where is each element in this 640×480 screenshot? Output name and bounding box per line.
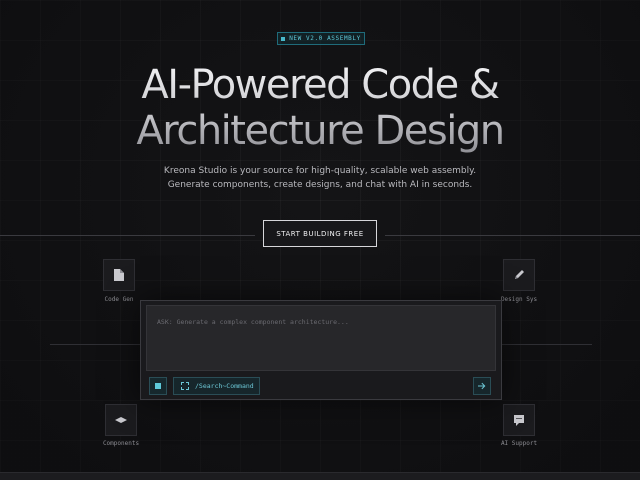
hero-title: AI-Powered Code & Architecture Design bbox=[0, 62, 640, 154]
document-icon bbox=[114, 269, 124, 281]
badge-label: NEW V2.0 ASSEMBLY bbox=[289, 35, 361, 42]
start-building-button[interactable]: START BUILDING FREE bbox=[263, 220, 377, 247]
send-button[interactable] bbox=[473, 377, 491, 395]
arrow-right-icon bbox=[478, 382, 486, 390]
prompt-input[interactable]: ASK: Generate a complex component archit… bbox=[146, 305, 496, 371]
hero-subtitle: Kreona Studio is your source for high-qu… bbox=[0, 164, 640, 192]
hero-subtitle-line-1: Kreona Studio is your source for high-qu… bbox=[163, 166, 477, 176]
tool-button[interactable] bbox=[149, 377, 167, 395]
feature-design-sys[interactable] bbox=[503, 259, 535, 291]
connector-line-left bbox=[50, 344, 140, 345]
hero-title-line-2: Architecture Design bbox=[136, 108, 504, 154]
feature-label-ai-support: AI Support bbox=[500, 440, 538, 447]
pencil-icon bbox=[515, 270, 524, 279]
cube-icon bbox=[155, 383, 161, 389]
hero-subtitle-line-2: Generate components, create designs, and… bbox=[167, 180, 473, 190]
badge-dot-icon bbox=[281, 36, 286, 41]
cta-divider-right bbox=[385, 235, 640, 236]
cta-divider-left bbox=[0, 235, 255, 236]
chat-icon bbox=[514, 415, 524, 426]
connector-line-right bbox=[502, 344, 592, 345]
version-badge: NEW V2.0 ASSEMBLY bbox=[277, 32, 365, 45]
feature-code-gen[interactable] bbox=[103, 259, 135, 291]
feature-ai-support[interactable] bbox=[503, 404, 535, 436]
feature-label-components: Components bbox=[102, 440, 140, 447]
feature-components[interactable] bbox=[105, 404, 137, 436]
expand-icon bbox=[181, 382, 189, 390]
command-button[interactable]: /Search~Command bbox=[173, 377, 260, 395]
bottom-bar bbox=[0, 472, 640, 480]
hero-title-line-1: AI-Powered Code & bbox=[141, 62, 499, 108]
command-label: /Search~Command bbox=[195, 382, 254, 390]
component-icon bbox=[115, 417, 127, 423]
